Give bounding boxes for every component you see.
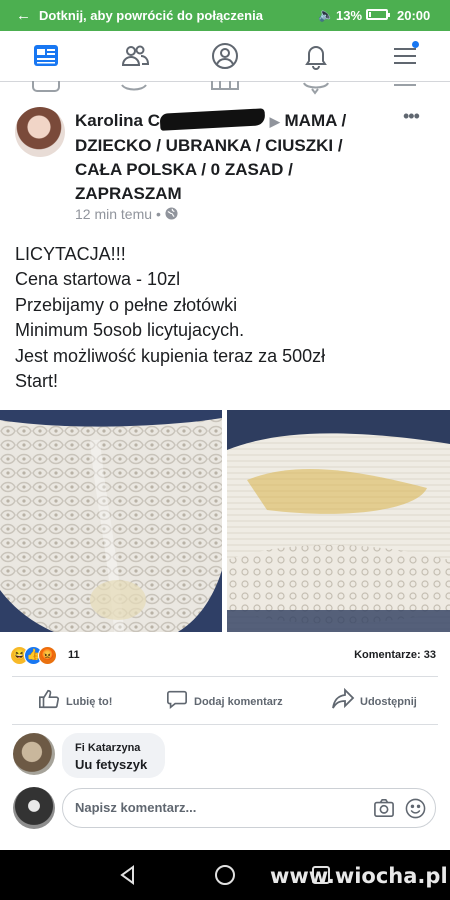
- camera-icon[interactable]: [373, 798, 395, 818]
- comment-icon: [167, 690, 187, 709]
- post-line: Jest możliwość kupienia teraz za 500zł: [15, 345, 326, 366]
- divider: [12, 724, 438, 725]
- status-bar[interactable]: ← Dotknij, aby powrócić do połączenia 🔈 …: [0, 0, 450, 31]
- comment-composer[interactable]: [62, 788, 436, 828]
- post-line: Cena startowa - 10zl: [15, 269, 181, 290]
- shared-to-arrow: ▶: [269, 114, 280, 129]
- profile-icon[interactable]: [210, 41, 240, 71]
- home-feed-icon[interactable]: [31, 41, 61, 71]
- home-icon[interactable]: [214, 864, 236, 886]
- top-nav: [0, 31, 450, 82]
- back-icon[interactable]: [117, 864, 139, 886]
- like-label: Lubię to!: [66, 696, 113, 708]
- comment-text: Uu fetyszyk: [75, 757, 148, 772]
- commenter-avatar[interactable]: [13, 733, 55, 775]
- thumbs-up-icon: [39, 689, 59, 709]
- volume-icon: 🔈: [318, 7, 335, 22]
- post-line: Przebijamy o pełne złotówki: [15, 294, 238, 315]
- globe-icon: [165, 207, 178, 220]
- emoji-icon[interactable]: [405, 798, 426, 819]
- angry-reaction-icon: 😡: [38, 646, 57, 665]
- back-arrow: ←: [16, 7, 31, 24]
- meta-separator: •: [155, 206, 161, 222]
- return-to-call-message[interactable]: Dotknij, aby powrócić do połączenia: [39, 8, 263, 23]
- comment-input[interactable]: [75, 800, 355, 815]
- comment-bubble[interactable]: Fi Katarzyna Uu fetyszyk: [62, 733, 165, 778]
- reaction-count[interactable]: 11: [68, 649, 80, 661]
- clock: 20:00: [397, 8, 431, 23]
- battery-percent: 13%: [336, 8, 363, 23]
- menu-notification-dot: [412, 41, 419, 48]
- notifications-icon[interactable]: [301, 41, 331, 71]
- divider: [12, 676, 438, 677]
- author-name[interactable]: Karolina: [75, 111, 143, 130]
- author-avatar[interactable]: [15, 107, 65, 157]
- post-text: LICYTACJA!!! Cena startowa - 10zl Przebi…: [15, 242, 435, 394]
- my-avatar[interactable]: [13, 787, 55, 829]
- nav-ghost-strip: [0, 81, 450, 95]
- post-header: Karolina C ▶ MAMA / DZIECKO / UBRANKA / …: [75, 108, 385, 206]
- battery-icon: [366, 9, 390, 20]
- watermark: www.wiocha.pl: [270, 864, 448, 888]
- post-line: LICYTACJA!!!: [15, 244, 126, 264]
- post-time[interactable]: 12 min temu: [75, 206, 152, 222]
- comments-count[interactable]: Komentarze: 33: [354, 649, 436, 661]
- comment-label: Dodaj komentarz: [194, 696, 283, 708]
- share-icon: [332, 688, 355, 709]
- post-meta: 12 min temu •: [75, 206, 178, 222]
- post-photo-1[interactable]: [0, 410, 222, 632]
- post-photo-2[interactable]: [227, 410, 450, 632]
- author-name-tail[interactable]: C: [148, 111, 160, 130]
- redaction-scribble: [159, 108, 266, 131]
- more-options-icon[interactable]: •••: [403, 106, 420, 127]
- commenter-name[interactable]: Fi Katarzyna: [75, 742, 140, 754]
- share-label: Udostępnij: [360, 696, 417, 708]
- friends-icon[interactable]: [120, 41, 150, 71]
- post-line: Minimum 5osob licytujacych.: [15, 320, 245, 341]
- post-line: Start!: [15, 371, 59, 392]
